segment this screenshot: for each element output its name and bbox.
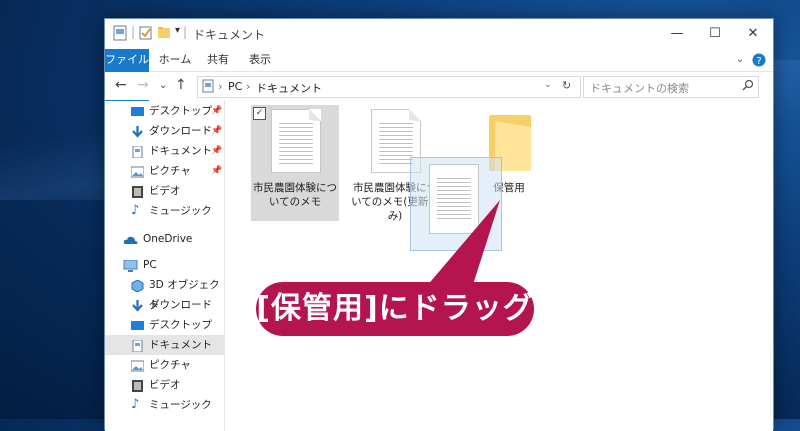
callout-pointer: [420, 200, 500, 294]
instruction-callout: [保管用]にドラッグ: [256, 282, 534, 336]
